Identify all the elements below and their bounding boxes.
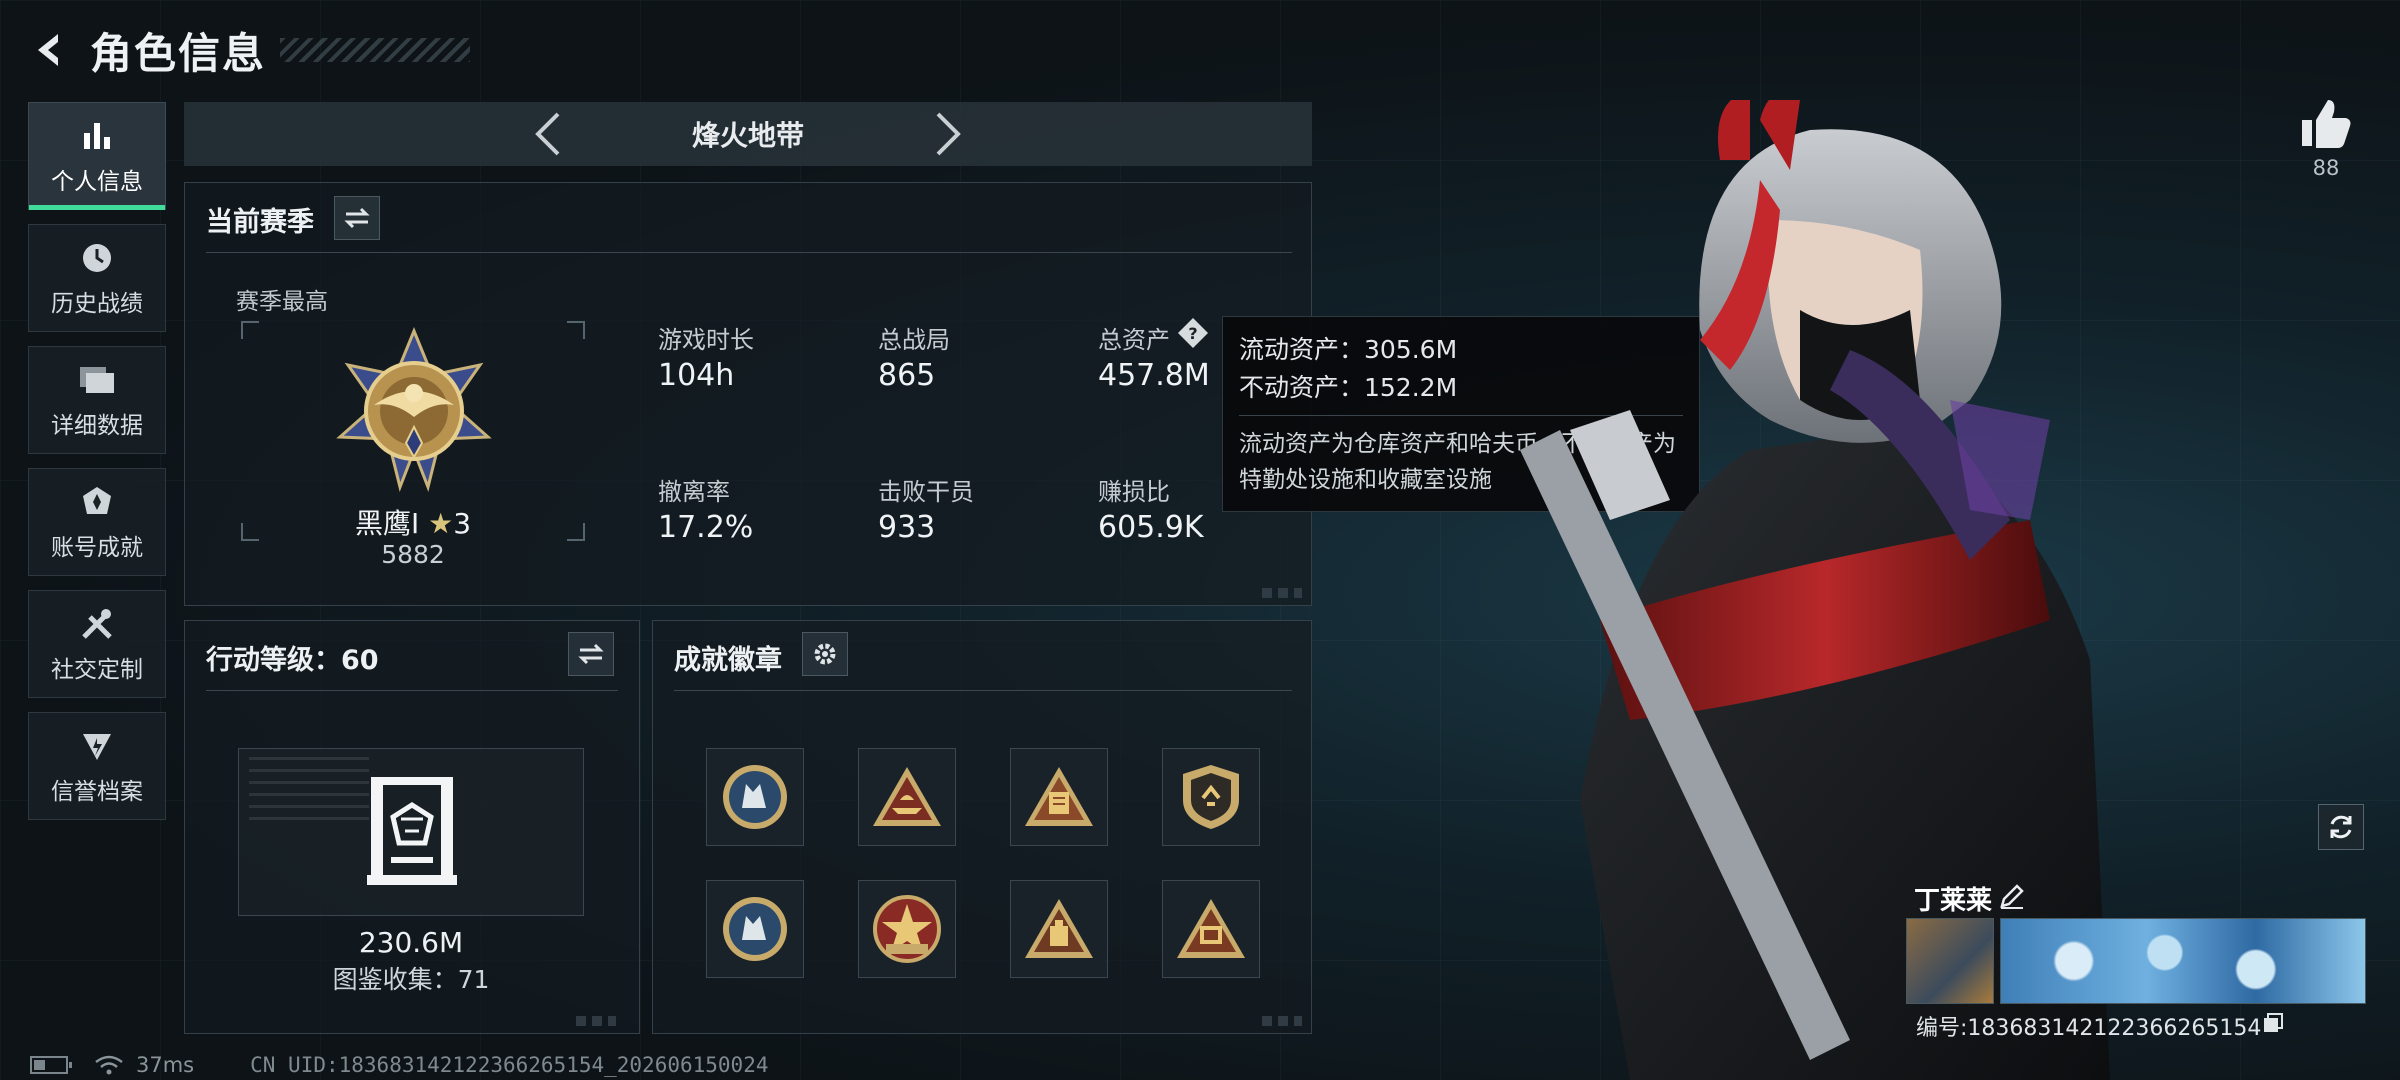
nav-label: 详细数据 <box>51 413 143 439</box>
player-avatar[interactable] <box>1906 918 1994 1004</box>
mode-label: 烽火地带 <box>691 119 804 152</box>
help-icon[interactable]: ? <box>1176 316 1210 350</box>
nav-label: 社交定制 <box>51 657 143 683</box>
badge-slot[interactable] <box>1010 748 1108 846</box>
back-arrow-icon[interactable] <box>28 28 72 72</box>
refresh-icon <box>2330 815 2352 839</box>
mode-selector: 烽火地带 <box>184 102 1312 166</box>
badge-slot[interactable] <box>706 880 804 978</box>
level-switch-button[interactable] <box>568 632 614 676</box>
page-header: 角色信息 <box>28 22 471 78</box>
badge-slot[interactable] <box>858 880 956 978</box>
stat-label-profit-ratio: 赚损比 <box>1098 478 1170 506</box>
collection-showcase-icon <box>367 777 457 885</box>
chevron-right-icon[interactable] <box>928 109 968 159</box>
star-icon: ★ <box>428 507 454 540</box>
ship-badge-icon <box>873 767 941 826</box>
season-best-label: 赛季最高 <box>236 289 328 315</box>
player-name: 丁莱莱 <box>1914 886 1993 916</box>
panel-decoration <box>1262 1016 1302 1026</box>
badge-slot[interactable] <box>1162 880 1260 978</box>
player-banner[interactable] <box>2000 918 2366 1004</box>
collection-card[interactable] <box>238 748 584 916</box>
clock-icon <box>77 238 117 278</box>
shield-badge-icon <box>1183 765 1239 829</box>
badge-slot[interactable] <box>858 748 956 846</box>
tools-icon <box>77 604 117 644</box>
panel-decoration <box>576 1016 616 1026</box>
wifi-icon <box>95 1055 123 1075</box>
rank-stars: 3 <box>453 507 472 540</box>
stat-label-matches: 总战局 <box>878 326 950 354</box>
badges-divider <box>674 690 1292 691</box>
nav-label: 个人信息 <box>51 169 143 195</box>
nav-label: 账号成就 <box>51 535 143 561</box>
badge-slot[interactable] <box>1010 880 1108 978</box>
uid-text: CN UID:183683142122366265154_20260615002… <box>250 1053 769 1077</box>
title-decoration <box>280 38 471 62</box>
number-badge-icon <box>1177 899 1245 958</box>
nav-label: 历史战绩 <box>51 291 143 317</box>
swap-icon <box>578 643 604 665</box>
rank-score: 5882 <box>381 540 445 569</box>
nav-item-achievements[interactable]: 账号成就 <box>28 468 166 576</box>
page-title: 角色信息 <box>90 28 267 78</box>
device-badge-icon <box>1025 899 1093 958</box>
folder-icon <box>77 360 117 400</box>
nav-item-social[interactable]: 社交定制 <box>28 590 166 698</box>
stat-value-playtime: 104h <box>658 358 735 393</box>
rank-emblem-icon <box>336 327 492 492</box>
stat-value-profit-ratio: 605.9K <box>1098 510 1204 545</box>
bar-chart-icon <box>77 116 117 156</box>
book-badge-icon <box>1025 767 1093 826</box>
player-card-id: 编号:183683142122366265154 <box>1916 1016 2262 1041</box>
rank-name: 黑鹰I ★3 <box>240 502 586 542</box>
stat-label-extract-rate: 撤离率 <box>658 478 730 506</box>
nav-label: 信誉档案 <box>51 779 143 805</box>
refresh-button[interactable] <box>2318 804 2364 850</box>
stat-label-assets: 总资产 <box>1098 326 1170 354</box>
level-title: 行动等级：60 <box>206 645 379 676</box>
collection-count: 图鉴收集：71 <box>332 965 490 994</box>
ping-value: 37ms <box>136 1053 195 1077</box>
stat-label-kills: 击败干员 <box>878 478 974 506</box>
svg-text:?: ? <box>1188 324 1197 343</box>
battery-icon <box>30 1056 72 1074</box>
stat-label-playtime: 游戏时长 <box>658 326 754 354</box>
gear-icon <box>814 643 836 665</box>
nav-item-credit[interactable]: 信誉档案 <box>28 712 166 820</box>
nav-item-detail-data[interactable]: 详细数据 <box>28 346 166 454</box>
badge-slot[interactable] <box>1162 748 1260 846</box>
season-switch-button[interactable] <box>334 196 380 240</box>
badge-slot[interactable] <box>706 748 804 846</box>
wolf-badge-icon <box>723 765 787 829</box>
star-badge-icon <box>873 895 941 963</box>
rank-name-text: 黑鹰I <box>354 507 420 540</box>
like-count: 88 <box>2312 156 2340 180</box>
stat-value-assets: 457.8M <box>1098 358 1210 393</box>
stat-value-extract-rate: 17.2% <box>658 510 754 545</box>
badges-title: 成就徽章 <box>674 645 782 676</box>
season-title: 当前赛季 <box>206 207 314 238</box>
shield-bolt-icon <box>77 726 117 766</box>
stat-value-matches: 865 <box>878 358 936 393</box>
swap-icon <box>344 207 370 229</box>
edit-icon[interactable] <box>1998 882 2026 910</box>
stat-value-kills: 933 <box>878 510 936 545</box>
wolf-badge-icon <box>723 897 787 961</box>
nav-item-personal-info[interactable]: 个人信息 <box>28 102 166 210</box>
achievement-icon <box>77 482 117 522</box>
nav-item-history[interactable]: 历史战绩 <box>28 224 166 332</box>
badge-settings-button[interactable] <box>802 632 848 676</box>
status-bar: 37ms CN UID:183683142122366265154_202606… <box>30 1052 769 1078</box>
level-divider <box>206 690 618 691</box>
side-nav: 个人信息 历史战绩 详细数据 账号成就 社交定制 信誉档案 <box>28 102 166 834</box>
chevron-left-icon[interactable] <box>528 109 568 159</box>
collection-asset-value: 230.6M <box>358 926 464 959</box>
panel-decoration <box>1262 588 1302 598</box>
season-divider <box>206 252 1292 253</box>
copy-icon[interactable] <box>2262 1012 2284 1034</box>
thumbs-up-icon[interactable] <box>2298 96 2354 152</box>
